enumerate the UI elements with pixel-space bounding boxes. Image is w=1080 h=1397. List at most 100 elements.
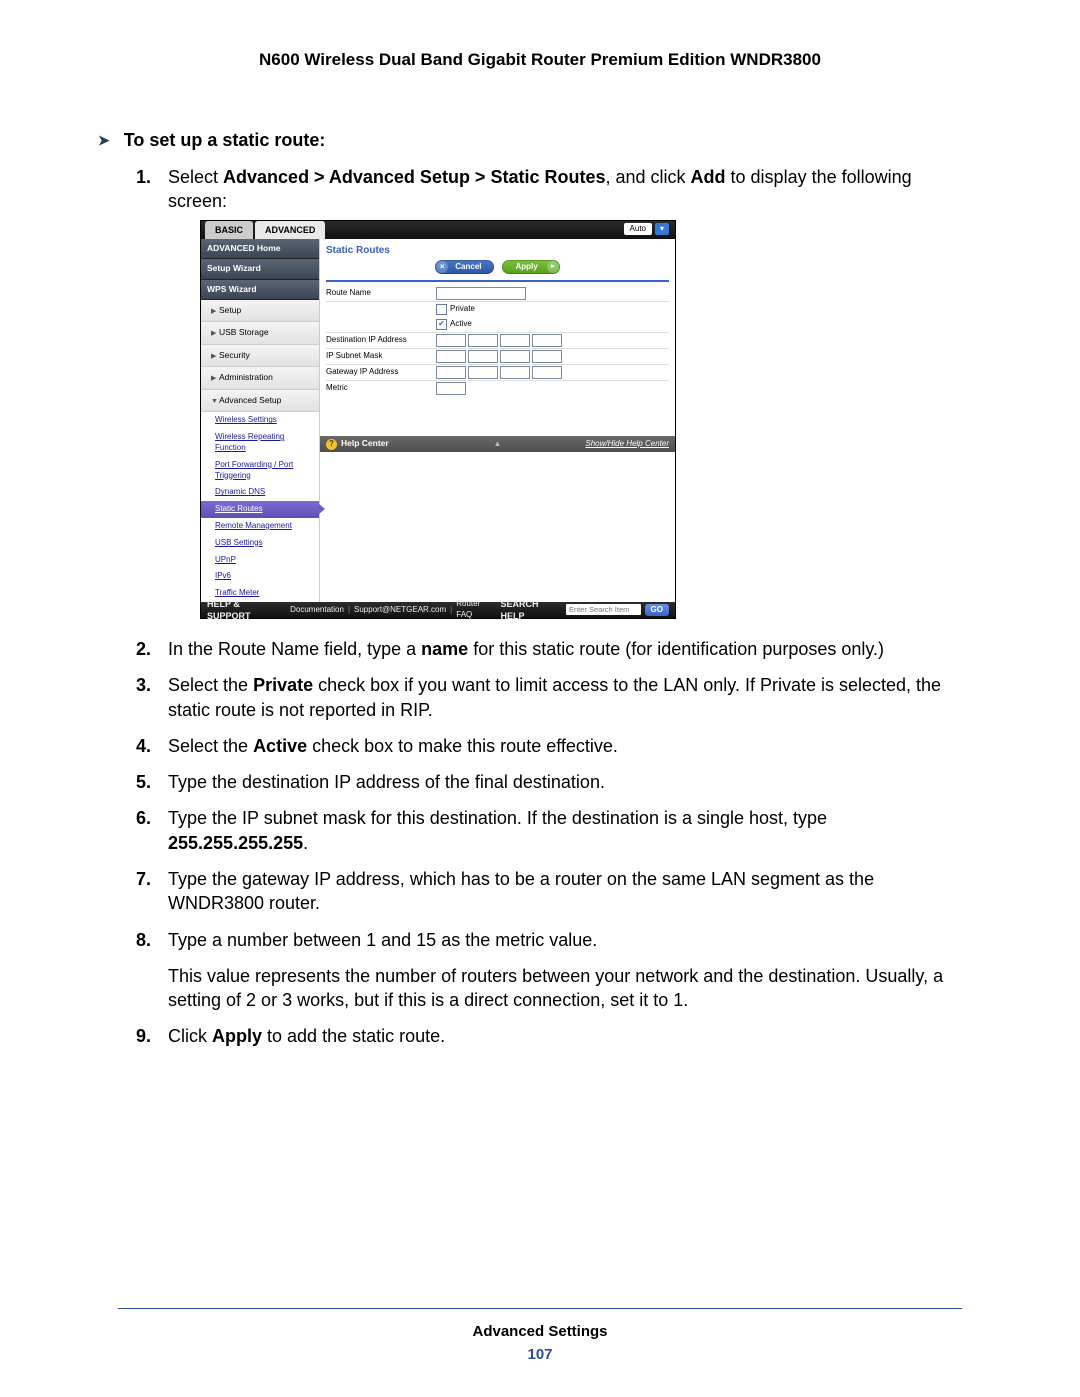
ip-octet[interactable] — [436, 334, 466, 347]
footer-label: Advanced Settings — [0, 1323, 1080, 1340]
sidebar-item-security[interactable]: ▶Security — [201, 345, 319, 367]
sub-upnp[interactable]: UPnP — [201, 552, 319, 569]
ip-octet[interactable] — [532, 350, 562, 363]
ui-footer: HELP & SUPPORT Documentation| Support@NE… — [201, 602, 675, 618]
ip-octet[interactable] — [468, 350, 498, 363]
help-center-bar[interactable]: ? Help Center ▲ Show/Hide Help Center — [320, 436, 675, 452]
doc-link[interactable]: Documentation — [290, 605, 344, 616]
panel-title: Static Routes — [320, 239, 675, 261]
sub-ipv6[interactable]: IPv6 — [201, 568, 319, 585]
row-subnet: IP Subnet Mask — [326, 349, 669, 365]
t: Advanced > Advanced Setup > Static Route… — [223, 167, 605, 187]
t: name — [421, 639, 468, 659]
section-heading: ➤ To set up a static route: — [98, 130, 962, 151]
sidebar-item-setup-wizard[interactable]: Setup Wizard — [201, 259, 319, 279]
t: to add the static route. — [262, 1026, 445, 1046]
label: IP Subnet Mask — [326, 351, 436, 362]
t: 255.255.255.255 — [168, 833, 303, 853]
step-4: 4. Select the Active check box to make t… — [136, 734, 962, 758]
label: Active — [450, 319, 472, 330]
private-checkbox[interactable] — [436, 304, 447, 315]
sidebar-item-usb[interactable]: ▶USB Storage — [201, 322, 319, 344]
t: Cancel — [449, 262, 493, 273]
apply-button[interactable]: Apply▸ — [502, 260, 560, 274]
step-2: 2. In the Route Name field, type a name … — [136, 637, 962, 661]
label: Route Name — [326, 288, 436, 299]
ip-octet[interactable] — [500, 350, 530, 363]
auto-label: Auto — [624, 223, 652, 236]
label: Gateway IP Address — [326, 367, 436, 378]
main-panel: Static Routes ×Cancel Apply▸ Route Name … — [320, 239, 675, 602]
t: Security — [219, 350, 250, 360]
go-button[interactable]: GO — [645, 604, 669, 617]
sub-usb-settings[interactable]: USB Settings — [201, 535, 319, 552]
t: Active — [253, 736, 307, 756]
label: Metric — [326, 383, 436, 394]
t: Apply — [502, 262, 546, 273]
help-title: Help Center — [341, 438, 389, 449]
sub-repeating[interactable]: Wireless Repeating Function — [201, 429, 319, 457]
ip-octet[interactable] — [468, 334, 498, 347]
sidebar-item-setup[interactable]: ▶Setup — [201, 300, 319, 322]
sub-ddns[interactable]: Dynamic DNS — [201, 484, 319, 501]
t: , and click — [605, 167, 690, 187]
t: Click — [168, 1026, 212, 1046]
metric-input[interactable] — [436, 382, 466, 395]
ip-octet[interactable] — [436, 350, 466, 363]
ip-octet[interactable] — [500, 334, 530, 347]
support-link[interactable]: Support@NETGEAR.com — [354, 605, 446, 616]
sidebar-item-wps[interactable]: WPS Wizard — [201, 280, 319, 300]
sub-remote[interactable]: Remote Management — [201, 518, 319, 535]
row-route-name: Route Name — [326, 286, 669, 302]
t: Select the — [168, 675, 253, 695]
t: Select the — [168, 736, 253, 756]
row-active: ✔Active — [326, 317, 669, 333]
faq-link[interactable]: Router FAQ — [456, 599, 496, 621]
chevron-down-icon[interactable]: ▾ — [655, 223, 669, 235]
route-name-input[interactable] — [436, 287, 526, 300]
triangle-icon: ➤ — [98, 132, 110, 149]
label: Destination IP Address — [326, 335, 436, 346]
auto-selector[interactable]: Auto ▾ — [624, 223, 669, 236]
ip-octet[interactable] — [468, 366, 498, 379]
t: check box to make this route effective. — [307, 736, 618, 756]
step-1: 1. Select Advanced > Advanced Setup > St… — [136, 165, 962, 619]
step-6: 6. Type the IP subnet mask for this dest… — [136, 806, 962, 855]
step-8: 8. Type a number between 1 and 15 as the… — [136, 928, 962, 1013]
sub-wireless[interactable]: Wireless Settings — [201, 412, 319, 429]
step-9: 9. Click Apply to add the static route. — [136, 1024, 962, 1048]
label: Private — [450, 304, 475, 315]
row-dest-ip: Destination IP Address — [326, 333, 669, 349]
step-3: 3. Select the Private check box if you w… — [136, 673, 962, 722]
step-8-note: This value represents the number of rout… — [168, 964, 962, 1013]
sidebar-item-adv-setup[interactable]: ▼Advanced Setup — [201, 390, 319, 412]
router-ui-screenshot: BASIC ADVANCED Auto ▾ ADVANCED Home Setu… — [200, 220, 676, 619]
ip-octet[interactable] — [532, 366, 562, 379]
tab-basic[interactable]: BASIC — [205, 221, 253, 239]
sub-static-routes[interactable]: Static Routes — [201, 501, 319, 518]
active-checkbox[interactable]: ✔ — [436, 319, 447, 330]
ip-octet[interactable] — [500, 366, 530, 379]
t: Apply — [212, 1026, 262, 1046]
search-input[interactable]: Enter Search Item — [566, 604, 641, 615]
cancel-button[interactable]: ×Cancel — [435, 260, 493, 274]
t: Type the gateway IP address, which has t… — [168, 869, 874, 913]
sub-portfwd[interactable]: Port Forwarding / Port Triggering — [201, 457, 319, 485]
t: Select — [168, 167, 223, 187]
row-private: Private — [326, 302, 669, 317]
t: . — [303, 833, 308, 853]
t: Type the destination IP address of the f… — [168, 772, 605, 792]
sidebar-item-home[interactable]: ADVANCED Home — [201, 239, 319, 259]
sidebar-item-admin[interactable]: ▶Administration — [201, 367, 319, 389]
collapse-icon[interactable]: ▲ — [494, 439, 502, 450]
tab-advanced[interactable]: ADVANCED — [255, 221, 325, 239]
ip-octet[interactable] — [436, 366, 466, 379]
t: Administration — [219, 372, 273, 382]
arrow-right-icon: ▸ — [547, 261, 559, 273]
close-icon: × — [436, 261, 448, 273]
show-hide-link[interactable]: Show/Hide Help Center — [585, 439, 669, 450]
divider — [326, 280, 669, 282]
page-footer: Advanced Settings 107 — [0, 1308, 1080, 1363]
ip-octet[interactable] — [532, 334, 562, 347]
t: Type the IP subnet mask for this destina… — [168, 808, 827, 828]
